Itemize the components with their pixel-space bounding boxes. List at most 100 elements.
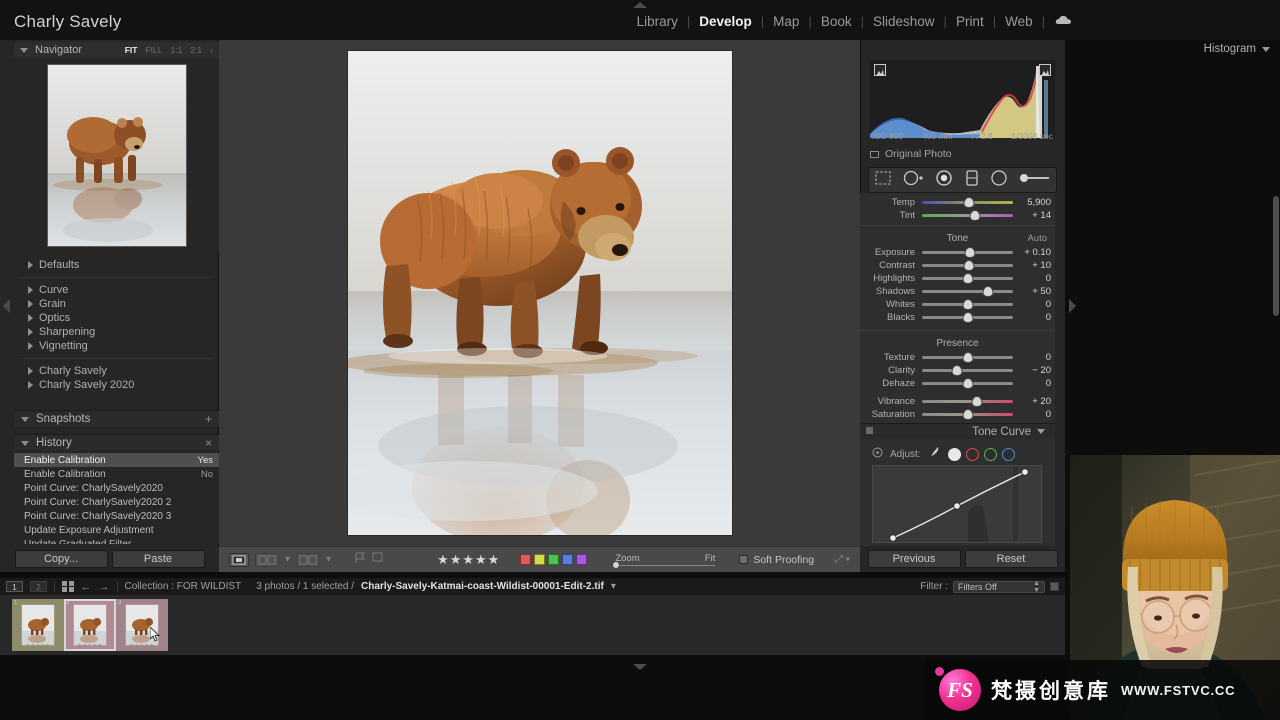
preset-group-sharpening[interactable]: Sharpening <box>14 325 219 339</box>
slider-dehaze[interactable]: Dehaze 0 <box>860 377 1055 390</box>
navigator-header[interactable]: Navigator FIT FILL 1:1 2:1 ‹ <box>14 42 219 58</box>
previous-button[interactable]: Previous <box>867 550 961 568</box>
filter-lock-icon[interactable] <box>1050 582 1059 591</box>
histogram-header[interactable]: Histogram <box>1204 43 1270 55</box>
slider-value[interactable]: 0 <box>1013 312 1051 323</box>
slider-highlights[interactable]: Highlights 0 <box>860 272 1055 285</box>
preset-group-grain[interactable]: Grain <box>14 297 219 311</box>
slider-track[interactable] <box>922 312 1013 323</box>
history-list[interactable]: Enable Calibration Yes Enable Calibration N… <box>14 453 219 544</box>
label-blue[interactable] <box>562 554 574 565</box>
slider-knob[interactable] <box>964 247 976 258</box>
zoom-slider-track[interactable] <box>612 561 716 569</box>
grid-view-icon[interactable] <box>62 580 74 593</box>
paste-settings-button[interactable]: Paste <box>111 550 205 568</box>
slider-value[interactable]: 0 <box>1013 299 1051 310</box>
nav-zoom-fill[interactable]: FILL <box>145 45 162 55</box>
slider-value[interactable]: 0 <box>1013 409 1051 420</box>
channel-green[interactable] <box>983 447 997 461</box>
slider-track[interactable] <box>922 247 1013 258</box>
back-arrow-icon[interactable]: ← <box>81 581 92 593</box>
slider-value[interactable]: + 14 <box>1013 210 1051 221</box>
chevron-down-icon[interactable] <box>1262 46 1270 52</box>
clear-history-button[interactable]: × <box>205 436 212 450</box>
slider-knob[interactable] <box>962 352 973 363</box>
tone-curve-switch-icon[interactable] <box>866 427 873 434</box>
slider-value[interactable]: 0 <box>1013 273 1051 284</box>
slider-temp[interactable]: Temp 5,900 <box>860 196 1055 209</box>
add-snapshot-button[interactable]: + <box>205 412 212 426</box>
crop-overlay-tool[interactable] <box>874 170 892 191</box>
expand-triangle-icon[interactable] <box>28 261 33 269</box>
slider-value[interactable]: − 20 <box>1013 365 1051 376</box>
slider-clarity[interactable]: Clarity − 20 <box>860 364 1055 377</box>
slider-track[interactable] <box>922 260 1013 271</box>
module-book[interactable]: Book <box>812 14 861 29</box>
slider-track[interactable] <box>922 197 1013 208</box>
slider-value[interactable]: + 0.10 <box>1013 247 1051 258</box>
slider-texture[interactable]: Texture 0 <box>860 351 1055 364</box>
rating-stars[interactable]: ★★★★★ <box>437 552 500 568</box>
slider-track[interactable] <box>922 299 1013 310</box>
expand-triangle-icon[interactable] <box>28 381 33 389</box>
slider-tint[interactable]: Tint + 14 <box>860 209 1055 222</box>
slider-knob[interactable] <box>963 197 975 208</box>
history-item[interactable]: Point Curve: CharlySavely2020 2 <box>14 495 219 509</box>
filmstrip-thumbnail[interactable]: ★★★★★ 2 <box>64 599 116 651</box>
slider-track[interactable] <box>922 352 1013 363</box>
label-purple[interactable] <box>576 554 588 565</box>
history-item[interactable]: Update Graduated Filter <box>14 537 219 545</box>
slider-knob[interactable] <box>962 299 973 310</box>
slider-knob[interactable] <box>962 409 973 420</box>
radial-filter-tool[interactable] <box>990 169 1008 191</box>
spot-removal-tool[interactable] <box>903 170 925 191</box>
channel-blue[interactable] <box>1001 447 1015 461</box>
slider-knob[interactable] <box>962 273 973 284</box>
module-slideshow[interactable]: Slideshow <box>864 14 944 29</box>
channel-rgb[interactable] <box>947 447 961 461</box>
histogram-graph[interactable] <box>870 60 1055 138</box>
point-curve-pen-icon[interactable] <box>928 445 941 463</box>
preset-group-vignetting[interactable]: Vignetting <box>14 339 219 353</box>
screen-1-button[interactable]: 1 <box>6 581 23 592</box>
tone-curve-header[interactable]: Tone Curve <box>860 423 1055 439</box>
expand-triangle-icon[interactable] <box>28 367 33 375</box>
history-header[interactable]: History × <box>14 434 219 451</box>
compare-view-icon[interactable] <box>255 552 279 567</box>
slider-knob[interactable] <box>963 260 975 271</box>
survey-caret-icon[interactable]: ▾ <box>326 554 331 565</box>
nav-zoom-1-1[interactable]: 1:1 <box>171 45 183 55</box>
loupe-view-icon[interactable] <box>229 552 249 567</box>
slider-track[interactable] <box>922 273 1013 284</box>
slider-value[interactable]: + 50 <box>1013 286 1051 297</box>
slider-value[interactable]: 0 <box>1013 378 1051 389</box>
slider-blacks[interactable]: Blacks 0 <box>860 311 1055 324</box>
expand-triangle-icon[interactable] <box>28 314 33 322</box>
adjustment-brush-tool[interactable] <box>1019 171 1051 190</box>
expand-triangle-icon[interactable] <box>28 300 33 308</box>
collection-label[interactable]: Collection : FOR WILDIST <box>125 581 242 592</box>
slider-track[interactable] <box>922 210 1013 221</box>
slider-shadows[interactable]: Shadows + 50 <box>860 285 1055 298</box>
label-green[interactable] <box>548 554 560 565</box>
screen-2-button[interactable]: 2 <box>30 581 47 592</box>
preset-group-curve[interactable]: Curve <box>14 283 219 297</box>
shadow-clipping-icon[interactable] <box>874 64 886 76</box>
flag-pick-icon[interactable] <box>355 551 366 569</box>
expand-triangle-icon[interactable] <box>28 342 33 350</box>
slider-knob[interactable] <box>969 210 981 221</box>
auto-tone-button[interactable]: Auto <box>1027 233 1047 244</box>
identity-plate[interactable]: Charly Savely <box>14 12 121 32</box>
preset-group-defaults[interactable]: Defaults <box>14 258 219 272</box>
highlight-clipping-icon[interactable] <box>1039 64 1051 76</box>
module-print[interactable]: Print <box>947 14 993 29</box>
module-develop[interactable]: Develop <box>690 14 761 29</box>
navigator-preview[interactable] <box>14 58 219 253</box>
slider-track[interactable] <box>922 396 1013 407</box>
flag-reject-icon[interactable] <box>372 551 383 569</box>
collapse-triangle-icon[interactable] <box>21 440 29 446</box>
filmstrip-toggle-arrow[interactable] <box>633 664 647 670</box>
tone-curve-graph[interactable] <box>872 465 1042 543</box>
right-panel-toggle-arrow[interactable] <box>1069 299 1076 313</box>
basic-panel-scrollbar[interactable] <box>1273 196 1279 316</box>
